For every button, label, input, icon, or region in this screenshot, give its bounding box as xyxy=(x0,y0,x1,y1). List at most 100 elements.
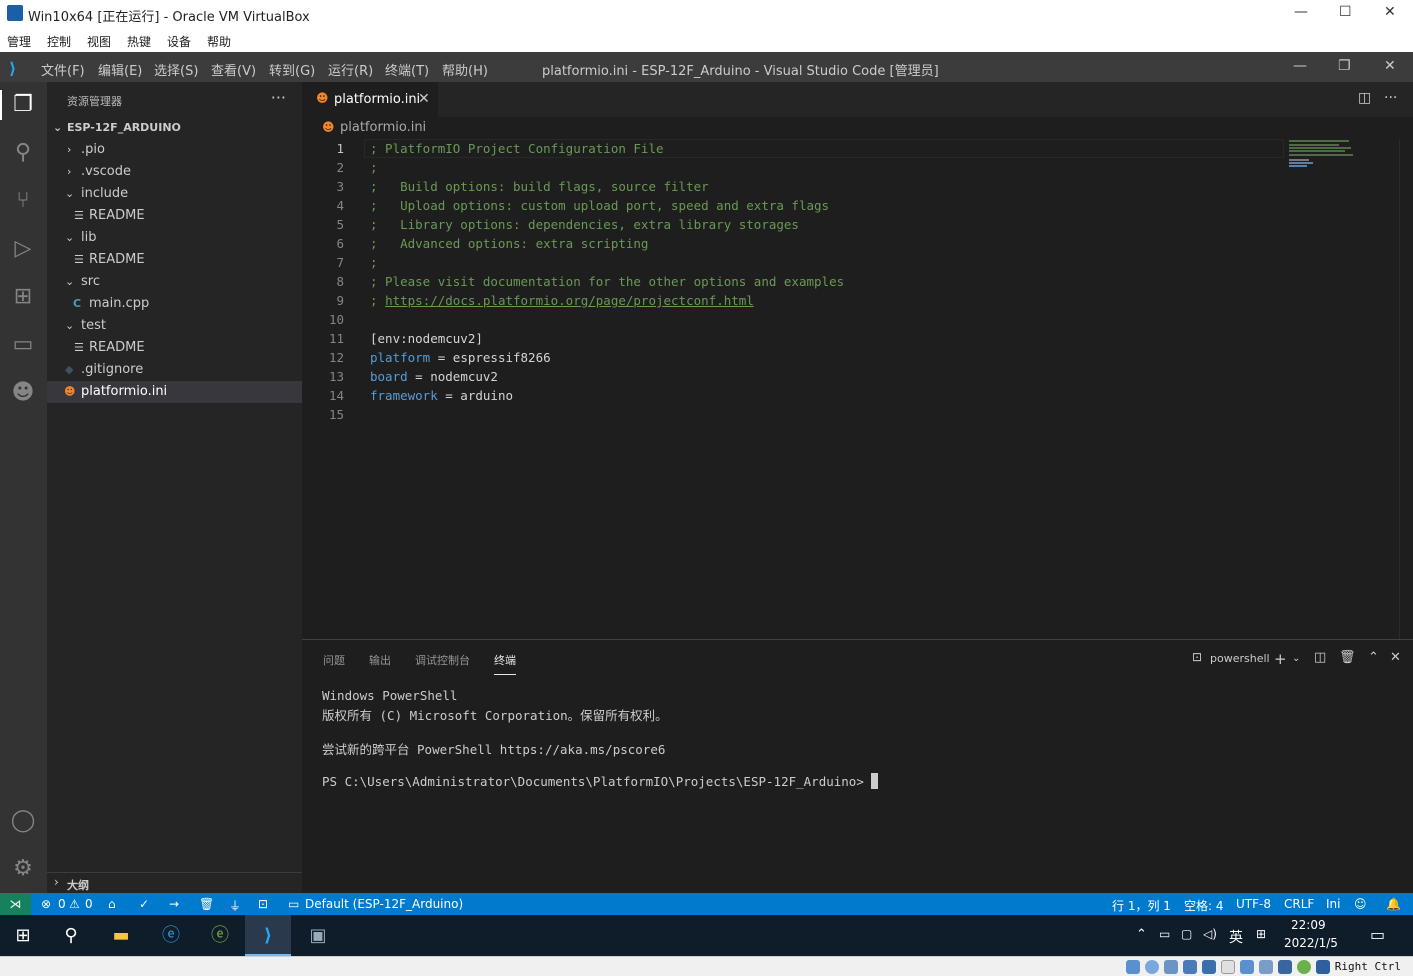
accounts-icon[interactable]: ◯ xyxy=(9,807,37,835)
settings-gear-icon[interactable]: ⚙ xyxy=(9,855,37,883)
chevron-down-icon[interactable]: ⌄ xyxy=(1292,653,1300,664)
maximize-panel-icon[interactable]: ⌃ xyxy=(1368,650,1379,665)
feedback-icon[interactable]: ☺ xyxy=(1354,897,1367,911)
tree-file-readme-test[interactable]: ☰ README xyxy=(47,337,302,359)
source-control-icon[interactable]: ⑂ xyxy=(9,187,37,215)
mouse-integration-icon[interactable] xyxy=(1297,960,1311,974)
cpu-icon[interactable] xyxy=(1278,960,1292,974)
optical-drive-icon[interactable] xyxy=(1145,960,1159,974)
pio-terminal-icon[interactable]: ⊡ xyxy=(258,897,268,911)
tree-folder-lib[interactable]: ⌄ lib xyxy=(47,227,302,249)
language-mode[interactable]: Ini xyxy=(1326,897,1340,911)
close-panel-icon[interactable]: ✕ xyxy=(1390,650,1401,665)
editor-scrollbar[interactable] xyxy=(1399,139,1413,639)
split-editor-icon[interactable]: ◫ xyxy=(1358,90,1371,106)
network-device-icon[interactable]: ▭ xyxy=(1159,927,1170,941)
warning-icon[interactable]: ⚠ xyxy=(69,897,80,911)
hard-disk-icon[interactable] xyxy=(1126,960,1140,974)
tree-folder-include[interactable]: ⌄ include xyxy=(47,183,302,205)
remote-indicator-icon[interactable]: ⋊ xyxy=(0,893,31,915)
powershell-taskbar-icon[interactable]: ▣ xyxy=(305,923,331,949)
tab-output[interactable]: 输出 xyxy=(369,652,391,668)
clock-time[interactable]: 22:09 xyxy=(1291,918,1326,932)
breadcrumb-file[interactable]: platformio.ini xyxy=(340,120,426,135)
more-actions-icon[interactable]: ··· xyxy=(1384,90,1397,106)
tab-debug-console[interactable]: 调试控制台 xyxy=(415,652,470,668)
new-terminal-icon[interactable]: + xyxy=(1274,650,1287,668)
cursor-position[interactable]: 行 1，列 1 xyxy=(1112,897,1171,914)
encoding[interactable]: UTF-8 xyxy=(1236,897,1271,911)
pio-env-folder-icon[interactable]: ▭ xyxy=(288,897,299,911)
menu-selection[interactable]: 选择(S) xyxy=(154,60,198,79)
volume-icon[interactable]: ◁) xyxy=(1203,927,1217,941)
pio-build-icon[interactable]: ✓ xyxy=(139,897,149,911)
indentation[interactable]: 空格: 4 xyxy=(1184,897,1224,914)
warning-count[interactable]: 0 xyxy=(85,897,93,911)
tree-file-readme-include[interactable]: ☰ README xyxy=(47,205,302,227)
more-actions-icon[interactable]: ··· xyxy=(271,88,286,107)
notifications-icon[interactable]: 🔔 xyxy=(1386,897,1401,911)
outline-section[interactable]: › 大纲 xyxy=(47,872,302,893)
pio-clean-icon[interactable]: 🗑 xyxy=(199,897,214,911)
chevron-up-icon[interactable]: ⌃ xyxy=(1136,927,1147,942)
shared-folder-icon[interactable] xyxy=(1221,960,1235,974)
pio-environment[interactable]: Default (ESP-12F_Arduino) xyxy=(305,897,463,911)
close-icon[interactable]: ✕ xyxy=(1384,4,1396,20)
audio-icon[interactable] xyxy=(1164,960,1178,974)
search-icon[interactable]: ⚲ xyxy=(58,923,84,949)
minimap[interactable] xyxy=(1287,139,1399,169)
vscode-minimize-icon[interactable]: — xyxy=(1293,58,1307,74)
tree-file-platformio-ini[interactable]: ☻ platformio.ini xyxy=(47,381,302,403)
tree-folder-vscode[interactable]: › .vscode xyxy=(47,161,302,183)
extensions-icon[interactable]: ⊞ xyxy=(9,283,37,311)
vbox-menu-view[interactable]: 视图 xyxy=(87,33,111,50)
pio-serial-monitor-icon[interactable]: ⏚ xyxy=(229,897,241,914)
vbox-menu-help[interactable]: 帮助 xyxy=(207,33,231,50)
pio-upload-icon[interactable]: → xyxy=(169,897,179,911)
vbox-menu-hotkey[interactable]: 热键 xyxy=(127,33,151,50)
tree-folder-test[interactable]: ⌄ test xyxy=(47,315,302,337)
network-adapter-icon[interactable] xyxy=(1183,960,1197,974)
platformio-icon[interactable]: ☻ xyxy=(9,379,37,407)
menu-help[interactable]: 帮助(H) xyxy=(442,60,488,79)
vbox-menu-control[interactable]: 控制 xyxy=(47,33,71,50)
pio-home-icon[interactable]: ⌂ xyxy=(108,897,116,911)
vscode-close-icon[interactable]: ✕ xyxy=(1384,58,1396,74)
tab-problems[interactable]: 问题 xyxy=(323,652,345,668)
menu-edit[interactable]: 编辑(E) xyxy=(98,60,142,79)
search-icon[interactable]: ⚲ xyxy=(9,139,37,167)
usb-icon[interactable] xyxy=(1202,960,1216,974)
menu-run[interactable]: 运行(R) xyxy=(328,60,373,79)
file-explorer-icon[interactable]: ▬ xyxy=(108,923,134,949)
action-center-icon[interactable]: ▭ xyxy=(1370,925,1385,944)
vscode-restore-icon[interactable]: ❐ xyxy=(1338,58,1351,74)
tree-file-readme-lib[interactable]: ☰ README xyxy=(47,249,302,271)
recording-icon[interactable] xyxy=(1259,960,1273,974)
workspace-root[interactable]: ⌄ ESP-12F_ARDUINO xyxy=(47,117,302,139)
minimize-icon[interactable]: — xyxy=(1294,4,1308,20)
close-tab-icon[interactable]: ✕ xyxy=(418,91,430,107)
ime-mode-icon[interactable]: ⊞ xyxy=(1256,927,1266,941)
tree-file-gitignore[interactable]: ◆ .gitignore xyxy=(47,359,302,381)
menu-file[interactable]: 文件(F) xyxy=(41,60,85,79)
error-count[interactable]: 0 xyxy=(58,897,66,911)
host-key-arrow-icon[interactable] xyxy=(1316,960,1330,974)
vbox-menu-devices[interactable]: 设备 xyxy=(167,33,191,50)
maximize-icon[interactable]: ☐ xyxy=(1339,4,1352,20)
start-icon[interactable]: ⊞ xyxy=(10,923,36,949)
terminal-shell-label[interactable]: powershell xyxy=(1210,652,1270,665)
terminal-prompt[interactable]: PS C:\Users\Administrator\Documents\Plat… xyxy=(322,773,879,789)
clock-date[interactable]: 2022/1/5 xyxy=(1284,936,1338,950)
menu-view[interactable]: 查看(V) xyxy=(211,60,256,79)
errors-icon[interactable]: ⊗ xyxy=(41,897,51,911)
vscode-taskbar-icon[interactable]: ⟩ xyxy=(255,923,281,949)
menu-go[interactable]: 转到(G) xyxy=(269,60,315,79)
browser-icon[interactable]: ⓔ xyxy=(207,923,233,949)
explorer-icon[interactable]: ❐ xyxy=(9,91,37,119)
edge-icon[interactable]: ⓔ xyxy=(158,923,184,949)
tree-folder-src[interactable]: ⌄ src xyxy=(47,271,302,293)
code-editor[interactable]: 1 2 3 4 5 6 7 8 9 10 11 12 13 14 15 ; PlatformIO Proje… xyxy=(302,139,1413,639)
tab-platformio-ini[interactable]: ☻ platformio.ini ✕ xyxy=(302,82,438,117)
vbox-menu-manage[interactable]: 管理 xyxy=(7,33,31,50)
tab-terminal[interactable]: 终端 xyxy=(494,652,516,675)
